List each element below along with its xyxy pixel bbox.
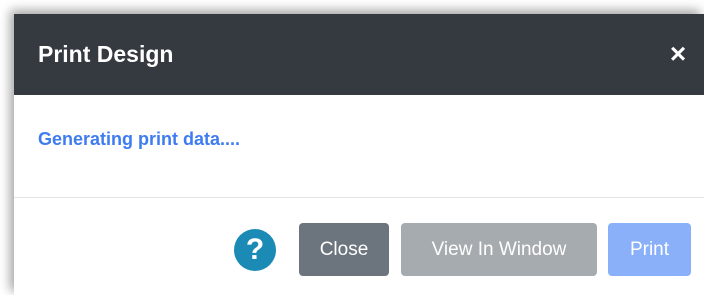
dialog-footer: ? Close View In Window Print	[14, 198, 704, 295]
dialog-title: Print Design	[38, 41, 174, 67]
status-message: Generating print data....	[38, 129, 241, 149]
view-in-window-button[interactable]: View In Window	[401, 223, 597, 276]
print-button[interactable]: Print	[608, 223, 691, 276]
help-icon[interactable]: ?	[234, 229, 276, 271]
print-design-dialog: Print Design × Generating print data....…	[14, 14, 704, 295]
close-button[interactable]: Close	[299, 223, 389, 276]
dialog-body: Generating print data....	[14, 95, 704, 197]
dialog-header: Print Design ×	[14, 14, 704, 95]
close-icon[interactable]: ×	[666, 38, 690, 70]
